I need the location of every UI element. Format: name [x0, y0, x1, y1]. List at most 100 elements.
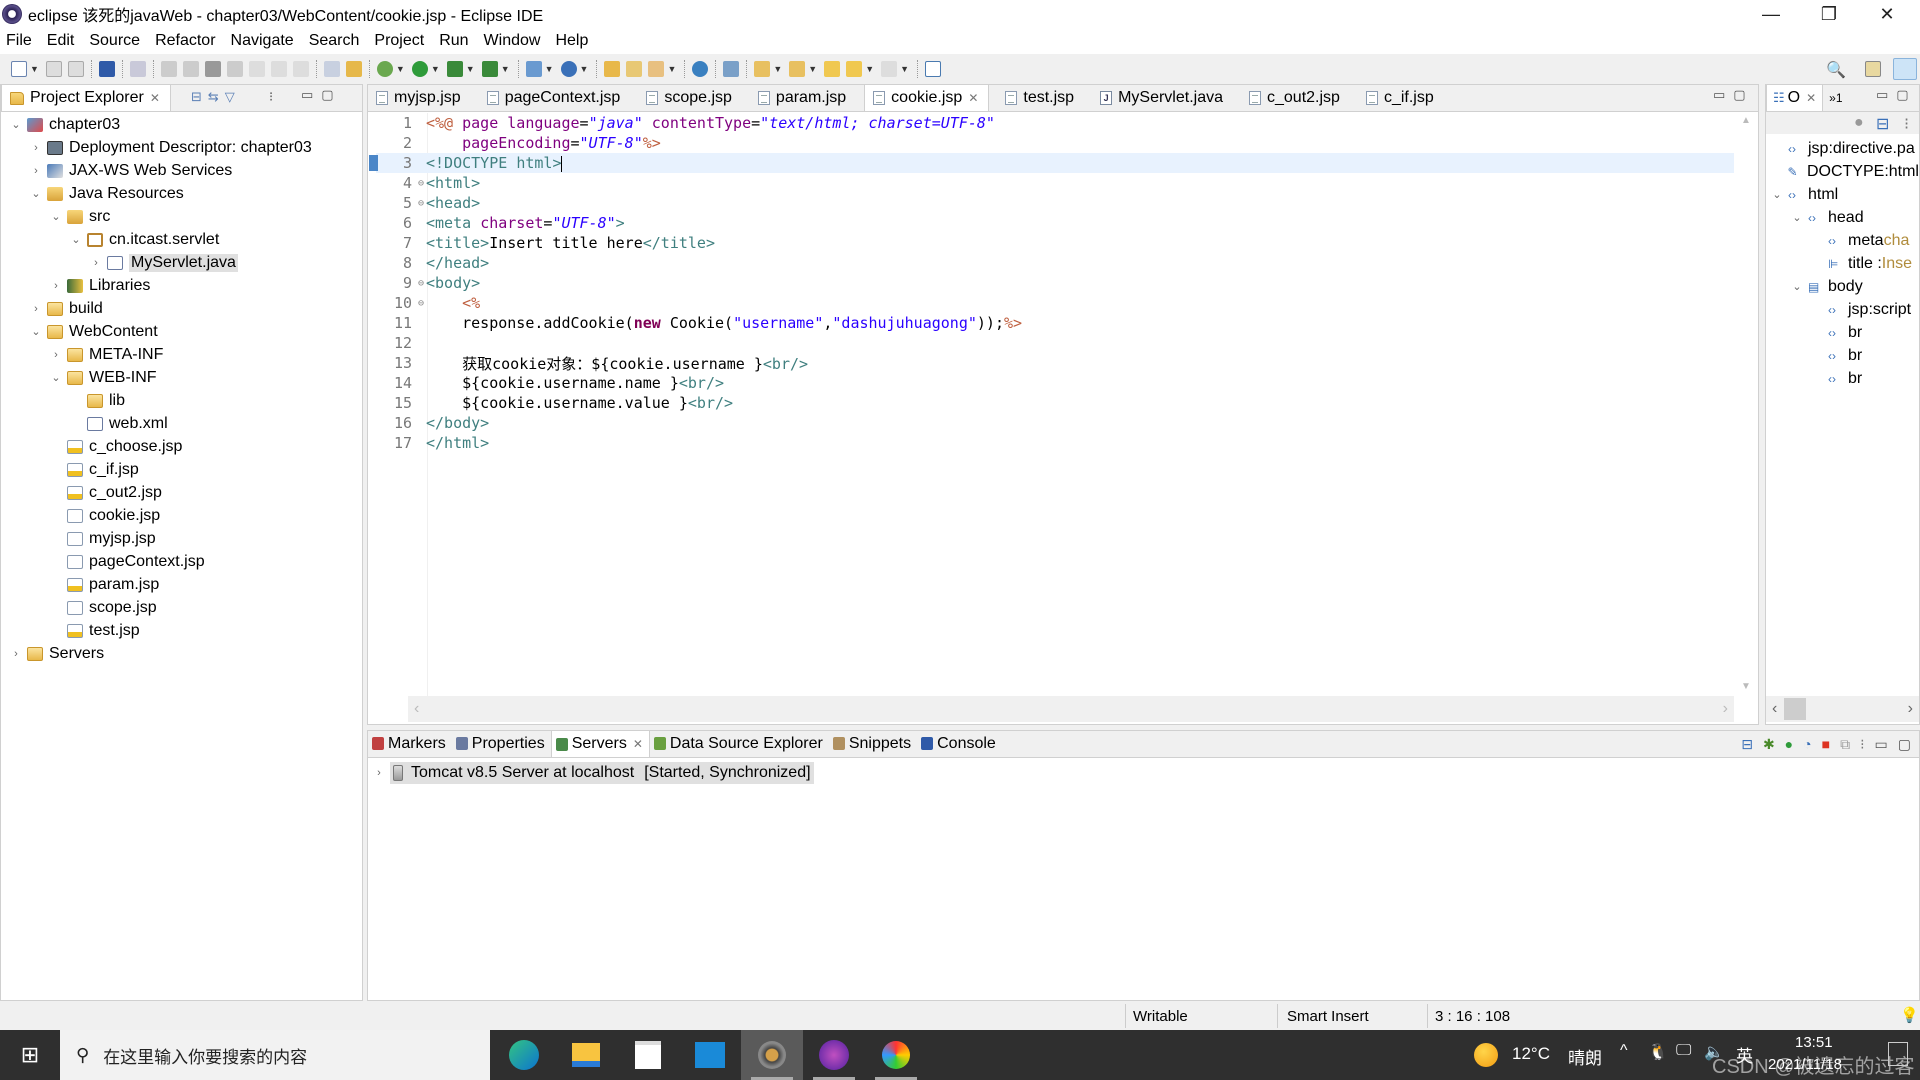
- tab-cookie-jsp[interactable]: cookie.jsp ✕: [864, 84, 990, 111]
- tree-item[interactable]: scope.jsp: [1, 596, 362, 619]
- scroll-thumb[interactable]: [1784, 698, 1806, 720]
- tree-item[interactable]: ⌄ Java Resources: [1, 182, 362, 205]
- tree-item[interactable]: c_choose.jsp: [1, 435, 362, 458]
- close-icon[interactable]: ✕: [968, 91, 978, 105]
- editor-minimize-icon[interactable]: ▭▢: [1713, 87, 1754, 103]
- scroll-down-icon[interactable]: ▼: [1741, 681, 1751, 692]
- code-line[interactable]: 14 ${cookie.username.name }<br/>: [376, 373, 1734, 393]
- menu-file[interactable]: File: [6, 32, 32, 50]
- outline-item[interactable]: ✎ DOCTYPE:html: [1766, 160, 1919, 183]
- tree-item[interactable]: c_out2.jsp: [1, 481, 362, 504]
- weather-condition[interactable]: 晴朗: [1568, 1044, 1602, 1069]
- horizontal-scrollbar[interactable]: ‹ ›: [408, 696, 1734, 722]
- tab-markers[interactable]: Markers: [368, 730, 452, 757]
- tree-item[interactable]: › Deployment Descriptor: chapter03: [1, 136, 362, 159]
- scroll-right-icon[interactable]: ›: [1723, 700, 1728, 718]
- tab-project-explorer[interactable]: Project Explorer ✕: [1, 84, 171, 111]
- code-line[interactable]: 15 ${cookie.username.value }<br/>: [376, 393, 1734, 413]
- tab-test-jsp[interactable]: test.jsp: [997, 84, 1084, 111]
- code-line[interactable]: 9 ⊖ <body>: [376, 273, 1734, 293]
- tab-data-source-explorer[interactable]: Data Source Explorer: [650, 730, 829, 757]
- collapse-icon[interactable]: ⌄: [49, 210, 63, 223]
- console-toolbar-icon[interactable]: [98, 61, 115, 77]
- open-browser-icon[interactable]: [692, 61, 709, 77]
- menu-source[interactable]: Source: [89, 32, 140, 50]
- tree-item[interactable]: ⌄ chapter03: [1, 113, 362, 136]
- fold-icon[interactable]: ⊖: [418, 198, 424, 209]
- tab-param-jsp[interactable]: param.jsp: [750, 84, 856, 111]
- collapse-icon[interactable]: ⌄: [1770, 188, 1784, 201]
- menu-project[interactable]: Project: [374, 32, 424, 50]
- game-app-icon[interactable]: [803, 1030, 865, 1080]
- open-type-icon[interactable]: [604, 61, 621, 77]
- tree-item[interactable]: pageContext.jsp: [1, 550, 362, 573]
- terminate-icon[interactable]: [204, 61, 221, 77]
- code-line[interactable]: 17 </html>: [376, 433, 1734, 453]
- more-views-button[interactable]: »1: [1823, 91, 1848, 111]
- tree-item[interactable]: cookie.jsp: [1, 504, 362, 527]
- close-icon[interactable]: ✕: [150, 91, 160, 105]
- next-annotation-icon[interactable]: [754, 61, 771, 77]
- code-line[interactable]: 6 <meta charset="UTF-8">: [376, 213, 1734, 233]
- server-row[interactable]: › Tomcat v8.5 Server at localhost [Start…: [368, 761, 814, 785]
- code-line[interactable]: 2 pageEncoding="UTF-8"%>: [376, 133, 1734, 153]
- tab-servers[interactable]: Servers ✕: [550, 730, 650, 757]
- menu-edit[interactable]: Edit: [47, 32, 75, 50]
- outline-item[interactable]: ‹› meta cha: [1766, 229, 1919, 252]
- expand-icon[interactable]: ›: [29, 303, 43, 315]
- pin-editor-icon[interactable]: [925, 61, 942, 77]
- tab-c-if-jsp[interactable]: c_if.jsp: [1358, 84, 1444, 111]
- save-all-icon[interactable]: [67, 61, 84, 77]
- open-perspective-icon[interactable]: [1865, 61, 1881, 77]
- file-explorer-app-icon[interactable]: [555, 1030, 617, 1080]
- close-icon[interactable]: ✕: [633, 737, 643, 751]
- tab-myjsp-jsp[interactable]: myjsp.jsp: [368, 84, 471, 111]
- open-resource-icon[interactable]: [626, 61, 643, 77]
- code-line[interactable]: 1 <%@ page language="java" contentType="t…: [376, 113, 1734, 133]
- menu-navigate[interactable]: Navigate: [231, 32, 294, 50]
- expand-icon[interactable]: ›: [49, 349, 63, 361]
- tab-myservlet-java[interactable]: J MyServlet.java: [1092, 84, 1233, 111]
- stop-server-icon[interactable]: ■: [1822, 736, 1830, 753]
- search-tool-icon[interactable]: [648, 61, 665, 77]
- jee-perspective-icon[interactable]: [1893, 58, 1917, 80]
- collapse-icon[interactable]: ⌄: [29, 325, 43, 338]
- tab-scope-jsp[interactable]: scope.jsp: [638, 84, 742, 111]
- previous-annotation-icon[interactable]: [789, 61, 806, 77]
- tree-item[interactable]: param.jsp: [1, 573, 362, 596]
- tree-item[interactable]: › build: [1, 297, 362, 320]
- store-app-icon[interactable]: [617, 1030, 679, 1080]
- outline-item[interactable]: ‹› jsp:directive.pa: [1766, 137, 1919, 160]
- code-editor[interactable]: 1 <%@ page language="java" contentType="t…: [368, 113, 1734, 696]
- toggle-mark-occurrences-icon[interactable]: [345, 61, 362, 77]
- debug-icon[interactable]: [376, 61, 393, 77]
- tree-item[interactable]: › JAX-WS Web Services: [1, 159, 362, 182]
- outline-item[interactable]: ‹› br: [1766, 367, 1919, 390]
- new-icon[interactable]: [11, 61, 27, 77]
- menu-search[interactable]: Search: [309, 32, 360, 50]
- tab-outline[interactable]: ☷ O ✕: [1766, 84, 1824, 111]
- collapse-icon[interactable]: ⌄: [1790, 211, 1804, 224]
- start-server-icon[interactable]: ●: [1785, 736, 1793, 753]
- tree-item[interactable]: myjsp.jsp: [1, 527, 362, 550]
- collapse-icon[interactable]: ⌄: [69, 233, 83, 246]
- fold-icon[interactable]: ⊖: [418, 278, 424, 289]
- minimize-button[interactable]: —: [1742, 0, 1800, 28]
- collapse-icon[interactable]: ⌄: [1790, 280, 1804, 293]
- outline-item[interactable]: ‹› br: [1766, 344, 1919, 367]
- edge-app-icon[interactable]: [493, 1030, 555, 1080]
- expand-icon[interactable]: ›: [9, 648, 23, 660]
- back-icon[interactable]: [846, 61, 863, 77]
- show-hidden-icons-icon[interactable]: ^: [1620, 1042, 1628, 1060]
- tree-item[interactable]: ⌄ cn.itcast.servlet: [1, 228, 362, 251]
- suspend-icon[interactable]: [182, 61, 199, 77]
- tab-console[interactable]: Console: [917, 730, 1002, 757]
- windows-start-icon[interactable]: ⊞: [0, 1030, 60, 1080]
- collapse-all-icon[interactable]: ⊟⇆▽: [191, 89, 241, 105]
- mail-app-icon[interactable]: [679, 1030, 741, 1080]
- collapse-all-icon[interactable]: ⊟: [1741, 736, 1753, 753]
- tree-item[interactable]: ⌄ src: [1, 205, 362, 228]
- qq-tray-icon[interactable]: 🐧: [1648, 1042, 1668, 1062]
- outline-item[interactable]: ⊫ title : Inse: [1766, 252, 1919, 275]
- lightbulb-icon[interactable]: 💡: [1900, 1006, 1919, 1024]
